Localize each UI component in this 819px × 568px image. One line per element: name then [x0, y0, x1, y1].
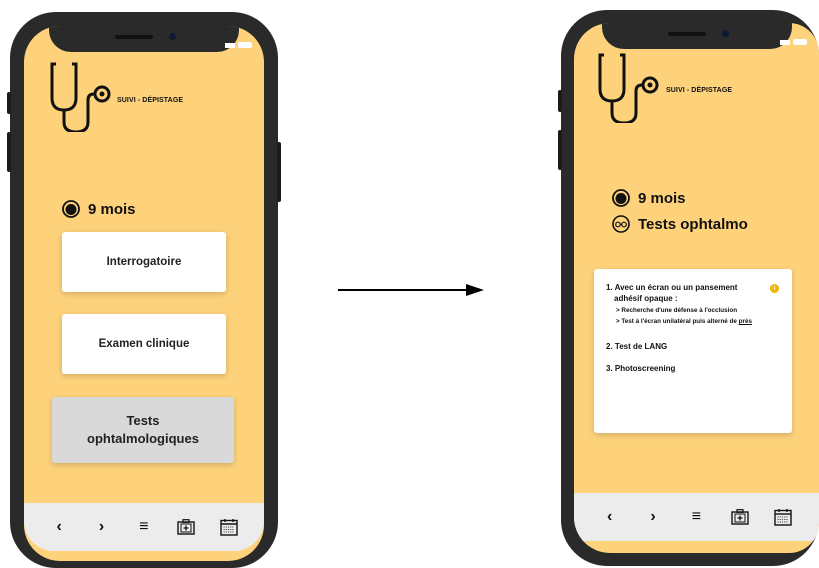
stethoscope-icon — [50, 62, 111, 132]
camera — [169, 33, 176, 40]
phone-side-button — [7, 132, 11, 172]
item-1-sub2-text: > Test à l'écran unilatéral puis alterné… — [616, 318, 739, 325]
bottom-nav: ‹ › ≡ — [24, 503, 264, 551]
back-arrow-icon[interactable]: ‹ — [598, 505, 622, 529]
item-2: 2. Test de LANG — [606, 342, 668, 351]
battery-icon — [793, 39, 807, 45]
item-1-sub1: > Recherche d'une défense à l'occlusion — [616, 307, 738, 314]
forward-arrow-icon[interactable]: › — [641, 505, 665, 529]
menu-icon[interactable]: ≡ — [132, 515, 156, 539]
speaker — [115, 35, 153, 39]
tests-button-line1: Tests — [126, 413, 160, 429]
back-arrow-icon[interactable]: ‹ — [47, 515, 71, 539]
glasses-icon — [612, 215, 630, 233]
age-heading: 9 mois — [62, 200, 136, 218]
tests-ophtalmologiques-button[interactable]: Tests ophtalmologiques — [52, 397, 234, 463]
right-phone: SUIVI - DÉPISTAGE 9 mois Tests ophtalmo … — [558, 10, 819, 566]
phone-side-button — [277, 142, 281, 202]
age-label: 9 mois — [88, 200, 136, 218]
tests-panel: 1. Avec un écran ou un pansement adhésif… — [594, 269, 792, 433]
info-icon[interactable]: i — [770, 284, 779, 293]
age-heading: 9 mois — [612, 189, 686, 207]
tests-heading: Tests ophtalmo — [612, 215, 748, 233]
baby-face-icon — [612, 189, 630, 207]
item-1-sub2: > Test à l'écran unilatéral puis alterné… — [616, 318, 752, 325]
phone-side-button — [7, 92, 11, 114]
left-phone: SUIVI - DÉPISTAGE 9 mois Interrogatoire … — [7, 12, 281, 568]
notch — [601, 23, 792, 49]
medical-kit-icon[interactable] — [728, 505, 752, 529]
pres-link[interactable]: près — [739, 318, 752, 325]
status-bar — [225, 42, 252, 48]
app-title: SUIVI - DÉPISTAGE — [117, 97, 184, 104]
signal-icon — [225, 42, 235, 48]
right-screen: SUIVI - DÉPISTAGE 9 mois Tests ophtalmo … — [574, 23, 819, 553]
item-1-line1: 1. Avec un écran ou un pansement — [606, 283, 738, 292]
item-3: 3. Photoscreening — [606, 364, 676, 373]
app-title: SUIVI - DÉPISTAGE — [666, 87, 733, 94]
transition-arrow-icon — [338, 284, 484, 296]
stethoscope-icon — [598, 53, 659, 123]
notch — [49, 26, 239, 52]
menu-icon[interactable]: ≡ — [684, 505, 708, 529]
medical-kit-icon[interactable] — [174, 515, 198, 539]
item-1-line2: adhésif opaque : — [614, 294, 678, 303]
tests-label: Tests ophtalmo — [638, 215, 748, 233]
phone-side-button — [558, 90, 562, 112]
calendar-icon[interactable] — [771, 505, 795, 529]
baby-face-icon — [62, 200, 80, 218]
battery-icon — [238, 42, 252, 48]
age-label: 9 mois — [638, 189, 686, 207]
camera — [721, 30, 729, 37]
speaker — [667, 32, 706, 36]
examen-clinique-button[interactable]: Examen clinique — [62, 314, 226, 374]
interrogatoire-button[interactable]: Interrogatoire — [62, 232, 226, 292]
phone-side-button — [558, 130, 562, 170]
signal-icon — [780, 39, 790, 45]
bottom-nav: ‹ › ≡ — [574, 493, 819, 541]
forward-arrow-icon[interactable]: › — [90, 515, 114, 539]
left-screen: SUIVI - DÉPISTAGE 9 mois Interrogatoire … — [24, 26, 264, 561]
tests-button-line2: ophtalmologiques — [87, 431, 199, 446]
calendar-icon[interactable] — [217, 515, 241, 539]
status-bar — [780, 39, 807, 45]
